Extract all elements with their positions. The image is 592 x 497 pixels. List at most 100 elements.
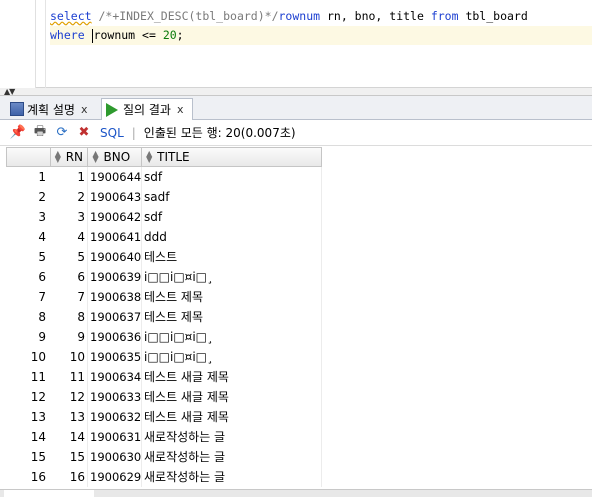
cell-title[interactable]: ddd: [142, 227, 322, 247]
cell-rn[interactable]: 7: [50, 287, 88, 307]
cell-rn[interactable]: 12: [50, 387, 88, 407]
table-row[interactable]: 15 15 1900630 새로작성하는 글: [6, 447, 322, 467]
cell-title[interactable]: 테스트 새글 제목: [142, 407, 322, 427]
cell-bno[interactable]: 1900642: [88, 207, 142, 227]
cell-rn[interactable]: 6: [50, 267, 88, 287]
cell-title[interactable]: 테스트 새글 제목: [142, 367, 322, 387]
cell-title[interactable]: 새로작성하는 글: [142, 467, 322, 487]
row-number: 10: [30, 350, 46, 364]
cell-title[interactable]: sdf: [142, 167, 322, 187]
column-header-rn[interactable]: ▲ ▼ RN: [51, 148, 89, 166]
table-row[interactable]: 2 2 1900643 sadf: [6, 187, 322, 207]
cell-title[interactable]: 새로작성하는 글: [142, 447, 322, 467]
table-row[interactable]: 8 8 1900637 테스트 제목: [6, 307, 322, 327]
keyword-where: where: [50, 28, 85, 42]
pane-splitter[interactable]: ▲▼: [0, 88, 592, 96]
cell-rn[interactable]: 10: [50, 347, 88, 367]
cell-rn[interactable]: 5: [50, 247, 88, 267]
cell-title[interactable]: 테스트 제목: [142, 307, 322, 327]
cell-title[interactable]: 테스트 제목: [142, 287, 322, 307]
toolbar-separator: |: [131, 125, 136, 140]
sql-editor[interactable]: select /*+INDEX_DESC(tbl_board)*/rownum …: [0, 0, 592, 88]
cell-bno[interactable]: 1900634: [88, 367, 142, 387]
sort-icon: ▲ ▼: [54, 149, 61, 164]
cell-rn[interactable]: 4: [50, 227, 88, 247]
row-number: 11: [30, 370, 46, 384]
refresh-icon[interactable]: ⟳: [54, 125, 70, 141]
table-row[interactable]: 1 1 1900644 sdf: [6, 167, 322, 187]
column-header-title[interactable]: ▲ ▼ TITLE: [142, 148, 321, 166]
collapse-arrows-icon[interactable]: ▲▼: [4, 88, 15, 96]
grid-header: ▲ ▼ RN ▲ ▼ BNO ▲ ▼ TITLE: [6, 147, 322, 167]
cell-title[interactable]: sdf: [142, 207, 322, 227]
cell-bno[interactable]: 1900638: [88, 287, 142, 307]
cell-rn[interactable]: 13: [50, 407, 88, 427]
explain-plan-icon: [10, 102, 24, 116]
cell-title[interactable]: i□□i□¤i□¸: [142, 327, 322, 347]
cell-rn[interactable]: 1: [50, 167, 88, 187]
column-header-bno[interactable]: ▲ ▼ BNO: [88, 148, 143, 166]
cell-bno[interactable]: 1900641: [88, 227, 142, 247]
cell-bno[interactable]: 1900630: [88, 447, 142, 467]
sql-button[interactable]: SQL: [100, 126, 124, 140]
cell-bno[interactable]: 1900629: [88, 467, 142, 487]
table-row[interactable]: 5 5 1900640 테스트: [6, 247, 322, 267]
table-row[interactable]: 12 12 1900633 테스트 새글 제목: [6, 387, 322, 407]
tab-query-result[interactable]: 질의 결과 x: [101, 98, 193, 120]
code-line-1[interactable]: select /*+INDEX_DESC(tbl_board)*/rownum …: [50, 7, 528, 26]
export-icon[interactable]: ✖: [76, 125, 92, 141]
sort-icon: ▲ ▼: [92, 149, 99, 164]
pin-icon[interactable]: 📌: [10, 125, 26, 141]
table-row[interactable]: 4 4 1900641 ddd: [6, 227, 322, 247]
table-row[interactable]: 14 14 1900631 새로작성하는 글: [6, 427, 322, 447]
cell-bno[interactable]: 1900643: [88, 187, 142, 207]
keyword-from: from: [430, 9, 459, 23]
table-row[interactable]: 9 9 1900636 i□□i□¤i□¸: [6, 327, 322, 347]
cell-rn[interactable]: 14: [50, 427, 88, 447]
cell-bno[interactable]: 1900636: [88, 327, 142, 347]
table-row[interactable]: 10 10 1900635 i□□i□¤i□¸: [6, 347, 322, 367]
cell-rn[interactable]: 16: [50, 467, 88, 487]
cell-title[interactable]: sadf: [142, 187, 322, 207]
hint-comment: /*+INDEX_DESC(tbl_board)*/: [98, 9, 279, 23]
cell-bno[interactable]: 1900631: [88, 427, 142, 447]
cell-rn[interactable]: 3: [50, 207, 88, 227]
row-number: 6: [38, 270, 46, 284]
print-icon[interactable]: 🖶: [32, 124, 48, 141]
cell-title[interactable]: 테스트: [142, 247, 322, 267]
cell-title[interactable]: i□□i□¤i□¸: [142, 267, 322, 287]
table-row[interactable]: 13 13 1900632 테스트 새글 제목: [6, 407, 322, 427]
tab-explain-plan[interactable]: 계획 설명 x: [6, 98, 98, 120]
keyword-rownum: rownum: [278, 9, 321, 23]
table-row[interactable]: 11 11 1900634 테스트 새글 제목: [6, 367, 322, 387]
result-tabbar: 계획 설명 x 질의 결과 x: [0, 96, 592, 120]
bottom-tab[interactable]: [4, 490, 94, 497]
cell-bno[interactable]: 1900639: [88, 267, 142, 287]
cell-bno[interactable]: 1900635: [88, 347, 142, 367]
cell-bno[interactable]: 1900633: [88, 387, 142, 407]
close-icon[interactable]: x: [81, 103, 88, 116]
grid-body: 1 1 1900644 sdf 2 2 1900643 sadf 3 3 1900642 sdf 4 4 1…: [6, 167, 322, 487]
cell-title[interactable]: 테스트 새글 제목: [142, 387, 322, 407]
row-number: 5: [38, 250, 46, 264]
cell-rn[interactable]: 9: [50, 327, 88, 347]
code-line-2[interactable]: where rownum <= 20;: [50, 26, 592, 45]
cell-rn[interactable]: 8: [50, 307, 88, 327]
cell-bno[interactable]: 1900637: [88, 307, 142, 327]
cell-bno[interactable]: 1900632: [88, 407, 142, 427]
select-columns: rn, bno, title: [320, 9, 431, 23]
cell-bno[interactable]: 1900644: [88, 167, 142, 187]
table-row[interactable]: 7 7 1900638 테스트 제목: [6, 287, 322, 307]
table-row[interactable]: 16 16 1900629 새로작성하는 글: [6, 467, 322, 487]
row-number-header: [7, 148, 51, 166]
close-icon[interactable]: x: [177, 103, 184, 116]
cell-bno[interactable]: 1900640: [88, 247, 142, 267]
table-row[interactable]: 6 6 1900639 i□□i□¤i□¸: [6, 267, 322, 287]
cell-rn[interactable]: 15: [50, 447, 88, 467]
cell-rn[interactable]: 2: [50, 187, 88, 207]
keyword-select: select: [50, 9, 92, 23]
table-row[interactable]: 3 3 1900642 sdf: [6, 207, 322, 227]
cell-rn[interactable]: 11: [50, 367, 88, 387]
cell-title[interactable]: i□□i□¤i□¸: [142, 347, 322, 367]
cell-title[interactable]: 새로작성하는 글: [142, 427, 322, 447]
